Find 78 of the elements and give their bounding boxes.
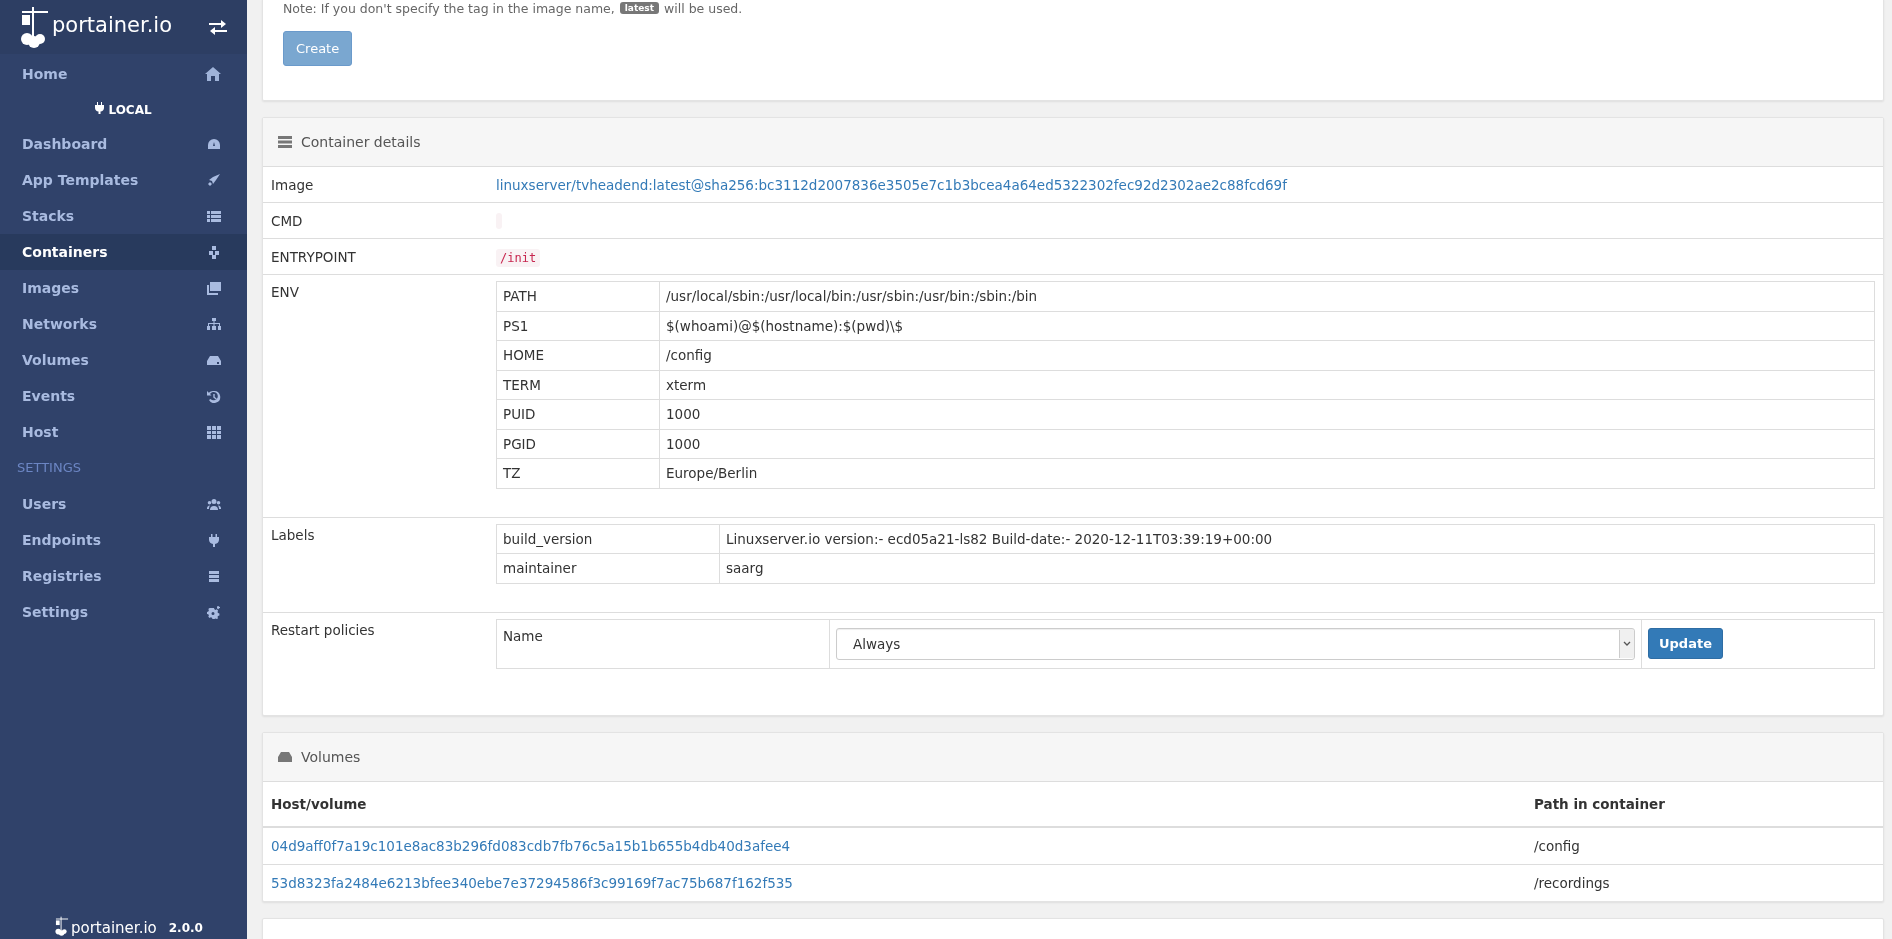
list-icon <box>207 209 221 223</box>
volume-link[interactable]: 53d8323fa2484e6213bfee340ebe7e37294586f3c99169f7ac75b687f162f535 <box>271 874 793 891</box>
card-title: Volumes <box>301 748 361 765</box>
code-text: /init <box>496 248 541 267</box>
section-heading: SETTINGS <box>16 459 82 477</box>
column-header: Host/volume <box>271 795 368 812</box>
sidebar-menu-item[interactable]: App Templates <box>0 162 247 198</box>
table-cell: maintainer <box>496 553 720 583</box>
row-label: ENTRYPOINT <box>270 248 357 265</box>
database-icon <box>207 569 221 583</box>
row-label: Labels <box>270 525 316 543</box>
drive-icon <box>207 353 221 367</box>
plug-icon <box>95 102 105 114</box>
footer-logo-text: portainer.io <box>71 919 157 937</box>
cubes-icon <box>207 245 221 259</box>
sidebar-menu-item[interactable]: Settings <box>0 594 247 630</box>
table-cell: Name <box>496 619 830 668</box>
home-icon <box>205 67 221 81</box>
update-button[interactable]: Update <box>1648 628 1723 659</box>
images-icon <box>207 281 221 295</box>
gears-icon <box>207 605 221 619</box>
logo-text: portainer.io <box>52 13 173 37</box>
server-icon <box>278 136 292 148</box>
note-text: Note: If you don't specify the tag in the image name, <box>283 0 615 16</box>
table-cell: $(whoami)@$(hostname):$(pwd)\$ <box>659 311 1875 341</box>
table-cell: Linuxserver.io version:- ecd05a21-ls82 Build-date:- 2020-12-11T03:39:19+00:00 <box>719 524 1875 554</box>
sidebar-menu-item[interactable]: Images <box>0 270 247 306</box>
users-icon <box>207 497 221 511</box>
table-cell: /config <box>659 340 1875 370</box>
endpoint-label: LOCAL <box>0 94 247 126</box>
grid-icon <box>207 425 221 439</box>
sidebar-menu-item[interactable]: Events <box>0 378 247 414</box>
sidebar-menu-item[interactable]: Host <box>0 414 247 450</box>
note-text: will be used. <box>664 0 743 16</box>
home-menu-item[interactable]: Home <box>0 54 247 94</box>
sidebar-menu-item[interactable]: Containers <box>0 234 247 270</box>
sitemap-icon <box>207 317 221 331</box>
plug-icon <box>207 533 221 547</box>
table-cell: build_version <box>496 524 720 554</box>
history-icon <box>207 389 221 403</box>
table-cell: PUID <box>496 399 660 429</box>
table-cell: TERM <box>496 370 660 400</box>
table-cell: PATH <box>496 281 660 311</box>
sidebar-menu-item[interactable]: Stacks <box>0 198 247 234</box>
table-cell: xterm <box>659 370 1875 400</box>
sidebar-menu-item[interactable]: Networks <box>0 306 247 342</box>
swap-icon[interactable] <box>209 19 227 35</box>
table-cell: /usr/local/sbin:/usr/local/bin:/usr/sbin:/usr/bin:/sbin:/bin <box>659 281 1875 311</box>
sidebar-menu-item[interactable]: Volumes <box>0 342 247 378</box>
crane-logo-icon <box>55 915 69 937</box>
caret-icon <box>1619 629 1634 658</box>
sidebar-menu-item[interactable]: Registries <box>0 558 247 594</box>
table-cell-text: /recordings <box>1534 874 1611 891</box>
row-label: Image <box>270 176 315 193</box>
drive-icon <box>278 751 292 762</box>
volume-link[interactable]: 04d9aff0f7a19c101e8ac83b296fd083cdb7fb76c5a15b1b655b4db40d3afee4 <box>271 837 791 854</box>
column-header: Path in container <box>1534 795 1666 812</box>
sidebar-menu-item[interactable]: Dashboard <box>0 126 247 162</box>
sidebar-menu-item[interactable]: Endpoints <box>0 522 247 558</box>
table-cell: 1000 <box>659 429 1875 459</box>
row-label: Restart policies <box>270 620 376 638</box>
sidebar-menu-item[interactable]: Users <box>0 486 247 522</box>
table-cell: PGID <box>496 429 660 459</box>
table-cell: 1000 <box>659 399 1875 429</box>
table-cell: HOME <box>496 340 660 370</box>
table-cell: PS1 <box>496 311 660 341</box>
version-text: 2.0.0 <box>168 921 203 935</box>
restart-policy-select[interactable]: Always <box>836 627 1635 660</box>
table-cell: Europe/Berlin <box>659 458 1875 488</box>
table-cell: TZ <box>496 458 660 488</box>
card-title: Container details <box>301 134 421 150</box>
table-cell-text: /config <box>1534 837 1581 854</box>
crane-logo-icon <box>20 5 50 49</box>
table-cell: saarg <box>719 553 1875 583</box>
image-link[interactable]: linuxserver/tvheadend:latest@sha256:bc3112d2007836e3505e7c1b3bcea4a64ed5322302fec92d2302ae2c88fcd69f <box>496 176 1287 193</box>
row-label: CMD <box>270 212 304 229</box>
row-label: ENV <box>270 283 300 300</box>
tag-badge: latest <box>619 2 659 14</box>
